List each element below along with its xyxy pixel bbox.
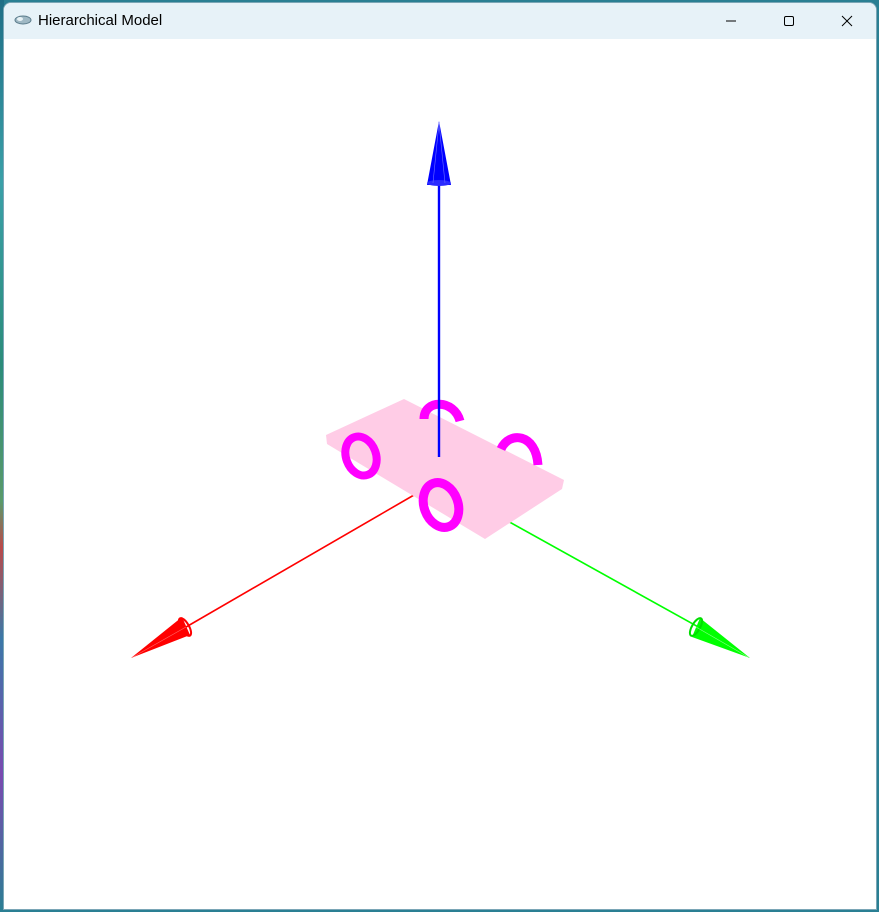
close-icon: [841, 15, 853, 27]
app-window: Hierarchical Model: [3, 2, 877, 910]
y-axis-arrowhead: [688, 617, 750, 658]
x-axis-line: [173, 494, 415, 635]
maximize-icon: [784, 16, 794, 26]
maximize-button[interactable]: [760, 3, 818, 39]
z-axis-arrowhead: [427, 121, 451, 186]
scene-canvas: [131, 121, 750, 658]
close-button[interactable]: [818, 3, 876, 39]
minimize-icon: [726, 20, 736, 22]
x-axis-arrowhead: [131, 617, 193, 658]
y-axis-line: [503, 518, 730, 645]
gl-viewport[interactable]: [4, 39, 876, 909]
opengl-app-icon: [14, 15, 32, 25]
car-body: [326, 399, 564, 539]
minimize-button[interactable]: [702, 3, 760, 39]
window-title: Hierarchical Model: [38, 12, 163, 29]
title-bar[interactable]: Hierarchical Model: [4, 3, 876, 39]
